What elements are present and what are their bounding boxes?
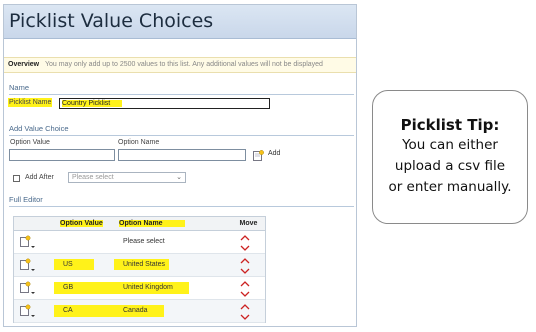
- name-heading: Name: [9, 83, 30, 92]
- picklist-panel: Picklist Value Choices Overview You may …: [3, 4, 357, 327]
- row-option-name: Please select: [123, 238, 165, 245]
- picklist-tip-callout: Picklist Tip: You can either upload a cs…: [372, 90, 528, 224]
- tip-title: Picklist Tip:: [400, 116, 500, 134]
- add-note-icon[interactable]: [253, 150, 264, 161]
- add-after-select[interactable]: Please select ⌄: [68, 172, 186, 183]
- table-row: Please select: [14, 231, 265, 254]
- table-row: US United States: [14, 254, 265, 277]
- table-row: CA Canada: [14, 300, 265, 323]
- table-header-icon: [14, 217, 55, 231]
- tip-line: or enter manually.: [388, 179, 512, 195]
- option-name-column-label: Option Name: [119, 220, 185, 227]
- add-after-label: Add After: [25, 174, 54, 181]
- picklist-name-label: Picklist Name: [8, 98, 53, 107]
- move-arrows[interactable]: [238, 301, 252, 323]
- page-title: Picklist Value Choices: [9, 10, 214, 32]
- add-after-placeholder: Please select: [72, 174, 114, 181]
- overview-text: You may only add up to 2500 values to th…: [44, 61, 323, 68]
- table-header-option-value: Option Value: [55, 217, 114, 231]
- table-header-option-name: Option Name: [114, 217, 232, 231]
- row-option-name: United Kingdom: [114, 282, 189, 294]
- row-option-value: GB: [54, 282, 114, 294]
- title-bar: Picklist Value Choices: [4, 5, 356, 39]
- overview-label: Overview: [8, 61, 40, 68]
- option-name-label: Option Name: [118, 139, 160, 146]
- chevron-down-icon: ⌄: [176, 174, 182, 181]
- row-option-value: US: [54, 259, 94, 270]
- full-editor-heading: Full Editor: [9, 195, 43, 204]
- move-arrows[interactable]: [238, 232, 252, 254]
- picklist-name-value: Country Picklist: [62, 100, 123, 107]
- picklist-name-input[interactable]: Country Picklist: [59, 98, 270, 109]
- option-name-input[interactable]: [118, 149, 246, 161]
- row-edit-icon[interactable]: [20, 258, 36, 272]
- option-value-column-label: Option Value: [60, 220, 103, 227]
- full-editor-divider: [9, 206, 354, 207]
- add-value-choice-heading: Add Value Choice: [9, 124, 69, 133]
- row-edit-icon[interactable]: [20, 281, 36, 295]
- table-header-move: Move: [232, 217, 265, 231]
- row-option-name: Canada: [114, 305, 164, 317]
- name-divider: [9, 94, 354, 95]
- row-option-value: CA: [54, 305, 114, 317]
- move-arrows[interactable]: [238, 255, 252, 277]
- table-row: GB United Kingdom: [14, 277, 265, 300]
- row-option-name: United States: [114, 259, 169, 270]
- option-value-label: Option Value: [10, 139, 50, 146]
- tip-line: upload a csv file: [394, 158, 506, 174]
- tip-line: You can either: [402, 137, 498, 153]
- add-value-divider: [9, 135, 354, 136]
- row-edit-icon[interactable]: [20, 235, 36, 249]
- overview-bar: Overview You may only add up to 2500 val…: [4, 57, 356, 73]
- full-editor-table: Option Value Option Name Move Please sel…: [13, 216, 266, 323]
- add-after-checkbox[interactable]: [13, 175, 20, 182]
- add-button[interactable]: Add: [268, 150, 280, 157]
- row-edit-icon[interactable]: [20, 304, 36, 318]
- move-arrows[interactable]: [238, 278, 252, 300]
- option-value-input[interactable]: [9, 149, 115, 161]
